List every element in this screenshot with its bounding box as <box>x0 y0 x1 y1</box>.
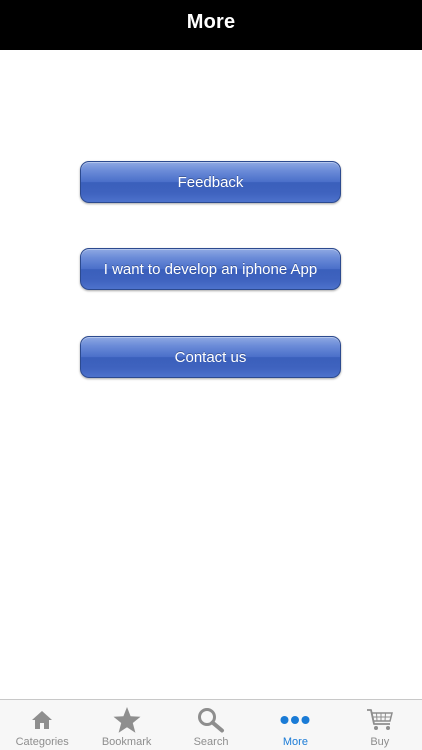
tab-buy[interactable]: Buy <box>338 700 422 750</box>
develop-iphone-app-button[interactable]: I want to develop an iphone App <box>80 248 341 290</box>
more-screen: More Feedback I want to develop an iphon… <box>0 0 422 750</box>
cart-icon <box>365 707 395 733</box>
contact-us-button[interactable]: Contact us <box>80 336 341 378</box>
more-actions: Feedback I want to develop an iphone App… <box>0 0 422 700</box>
tab-search[interactable]: Search <box>169 700 253 750</box>
tab-bookmark[interactable]: Bookmark <box>84 700 168 750</box>
feedback-button-label: Feedback <box>177 173 244 191</box>
develop-iphone-app-button-label: I want to develop an iphone App <box>103 260 318 278</box>
tab-search-label: Search <box>193 736 229 748</box>
contact-us-button-label: Contact us <box>174 348 247 366</box>
tab-more-label: More <box>282 736 308 748</box>
tab-buy-label: Buy <box>370 736 390 748</box>
home-icon <box>27 707 57 733</box>
tab-bookmark-label: Bookmark <box>101 736 152 748</box>
tab-categories-label: Categories <box>15 736 69 748</box>
tab-bar: Categories Bookmark Search More Buy <box>0 699 422 750</box>
more-dots-icon <box>280 707 310 733</box>
feedback-button[interactable]: Feedback <box>80 161 341 203</box>
star-icon <box>112 707 142 733</box>
search-icon <box>196 707 226 733</box>
tab-more[interactable]: More <box>253 700 337 750</box>
tab-categories[interactable]: Categories <box>0 700 84 750</box>
